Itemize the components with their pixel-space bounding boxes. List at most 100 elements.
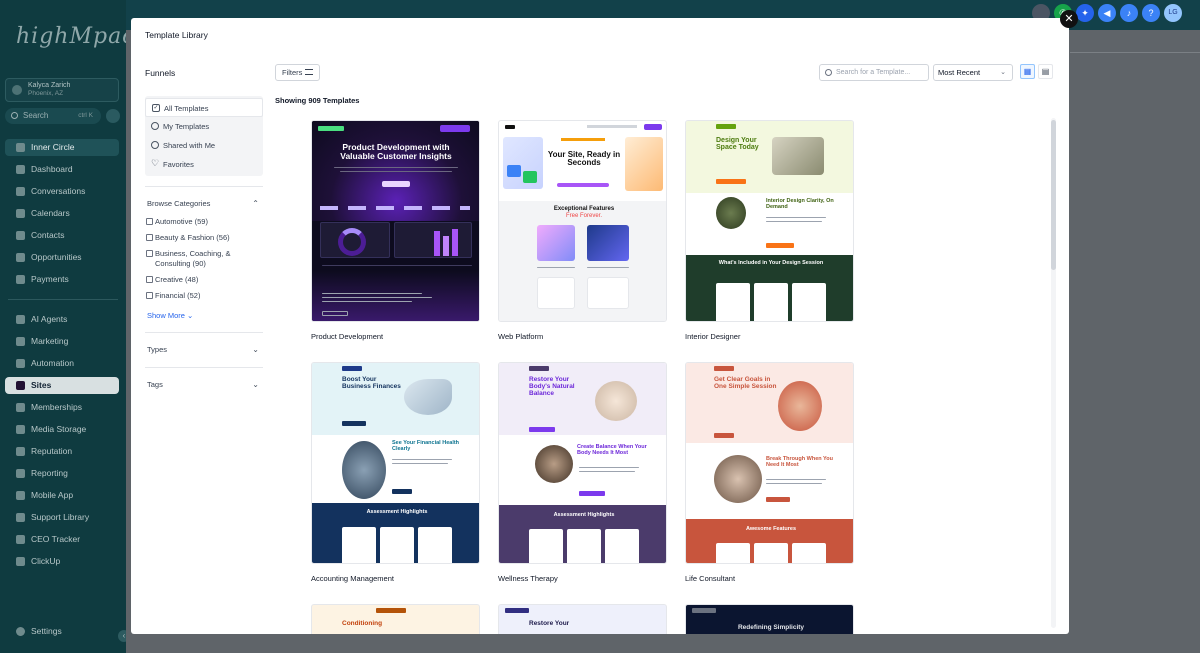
template-name: Product Development: [311, 332, 384, 341]
template-thumbnail[interactable]: Boost Your Business Finances See Your Fi…: [311, 362, 480, 564]
chevron-down-icon: ⌄: [187, 311, 194, 320]
sidebar-item-clickup[interactable]: ClickUp: [5, 553, 119, 570]
user-icon: [151, 122, 159, 130]
grid-scrollbar[interactable]: [1051, 118, 1056, 628]
sidebar-item-settings[interactable]: Settings: [5, 623, 119, 640]
sidebar-item-label: Memberships: [31, 402, 83, 412]
sidebar-item-inner-circle[interactable]: Inner Circle: [5, 139, 119, 156]
sidebar-item-memberships[interactable]: Memberships: [5, 399, 119, 416]
category-beauty-fashion[interactable]: Beauty & Fashion (56): [145, 233, 263, 243]
checkbox[interactable]: [146, 250, 153, 257]
template-name: Wellness Therapy: [498, 574, 558, 583]
nav-favorites[interactable]: ♡ Favorites: [145, 155, 263, 174]
sidebar-item-label: ClickUp: [31, 556, 61, 566]
template-thumbnail[interactable]: Your Site, Ready in Seconds Exceptional …: [498, 120, 667, 322]
account-switcher[interactable]: Kalyca Zarich Phoenix, AZ: [5, 78, 119, 102]
types-toggle[interactable]: Types ⌄: [145, 343, 263, 357]
template-section-title: Assessment Highlights: [553, 512, 615, 518]
help-icon[interactable]: ?: [1142, 4, 1160, 22]
show-more-link[interactable]: Show More ⌄: [145, 311, 263, 320]
template-card[interactable]: Product Development with Valuable Custom…: [311, 120, 480, 341]
sidebar-item-contacts[interactable]: Contacts: [5, 227, 119, 244]
membership-icon: [16, 403, 25, 412]
support-icon: [16, 513, 25, 522]
template-thumbnail[interactable]: Restore Your Body's Natural Balance Crea…: [498, 362, 667, 564]
chevron-down-icon: ⌄: [252, 380, 259, 389]
sidebar-item-automation[interactable]: Automation: [5, 355, 119, 372]
account-avatar: [12, 85, 22, 95]
template-thumbnail[interactable]: Conditioning: [311, 604, 480, 634]
sidebar-search[interactable]: Search ctrl K: [5, 108, 101, 124]
template-thumbnail[interactable]: Design Your Space Today Interior Design …: [685, 120, 854, 322]
list-view-icon[interactable]: ▤: [1038, 64, 1053, 79]
grid-view-icon[interactable]: ▦: [1020, 64, 1035, 79]
tags-label: Tags: [147, 380, 163, 389]
scrollbar-thumb[interactable]: [1051, 120, 1056, 270]
tags-toggle[interactable]: Tags ⌄: [145, 378, 263, 392]
sidebar-item-reporting[interactable]: Reporting: [5, 465, 119, 482]
template-card[interactable]: Your Site, Ready in Seconds Exceptional …: [498, 120, 667, 341]
template-card[interactable]: Restore Your Body's Natural Balance Crea…: [498, 362, 667, 583]
category-creative[interactable]: Creative (48): [145, 275, 263, 285]
sidebar-item-payments[interactable]: Payments: [5, 271, 119, 288]
sort-select[interactable]: Most Recent ⌄: [933, 64, 1013, 81]
category-automotive[interactable]: Automotive (59): [145, 217, 263, 227]
template-card[interactable]: Conditioning: [311, 604, 480, 634]
sidebar-item-reputation[interactable]: Reputation: [5, 443, 119, 460]
template-search-input[interactable]: Search for a Template...: [819, 64, 929, 81]
sidebar-divider: [8, 299, 118, 300]
sidebar-item-media-storage[interactable]: Media Storage: [5, 421, 119, 438]
checkbox[interactable]: [146, 276, 153, 283]
sidebar-item-label: Sites: [31, 380, 52, 390]
sidebar-item-mobile-app[interactable]: Mobile App: [5, 487, 119, 504]
template-headline: Boost Your Business Finances: [342, 376, 401, 390]
template-thumbnail[interactable]: Restore Your: [498, 604, 667, 634]
checkbox[interactable]: [146, 234, 153, 241]
sidebar-item-conversations[interactable]: Conversations: [5, 183, 119, 200]
nav-all-templates[interactable]: ✓ All Templates: [145, 98, 263, 117]
megaphone-icon[interactable]: ◀: [1098, 4, 1116, 22]
show-more-label: Show More: [147, 311, 185, 320]
template-name: Web Platform: [498, 332, 544, 341]
nav-my-templates[interactable]: My Templates: [145, 117, 263, 136]
template-name: Life Consultant: [685, 574, 736, 583]
sidebar-item-support-library[interactable]: Support Library: [5, 509, 119, 526]
sidebar-item-marketing[interactable]: Marketing: [5, 333, 119, 350]
template-thumbnail[interactable]: Product Development with Valuable Custom…: [311, 120, 480, 322]
sidebar-item-sites[interactable]: Sites: [5, 377, 119, 394]
template-card[interactable]: Boost Your Business Finances See Your Fi…: [311, 362, 480, 583]
template-subheadline-accent: Free Forever.: [565, 213, 602, 219]
sidebar-item-ai-agents[interactable]: AI Agents: [5, 311, 119, 328]
user-icon[interactable]: [106, 109, 120, 123]
template-card[interactable]: Restore Your: [498, 604, 667, 634]
template-thumbnail[interactable]: Redefining Simplicity: [685, 604, 854, 634]
avatar[interactable]: LG: [1164, 4, 1182, 22]
sidebar-item-ceo-tracker[interactable]: CEO Tracker: [5, 531, 119, 548]
checkbox[interactable]: [146, 218, 153, 225]
browse-categories-toggle[interactable]: Browse Categories ⌃: [145, 197, 263, 211]
account-name: Kalyca Zarich: [28, 82, 71, 89]
close-icon[interactable]: ✕: [1060, 10, 1078, 28]
template-subheadline: Break Through When You Need It Most: [766, 456, 834, 468]
sparkle-icon: [16, 315, 25, 324]
template-subheadline: Create Balance When Your Body Needs It M…: [577, 444, 647, 456]
sidebar-item-calendars[interactable]: Calendars: [5, 205, 119, 222]
sidebar-item-dashboard[interactable]: Dashboard: [5, 161, 119, 178]
category-business-coaching[interactable]: Business, Coaching, & Consulting (90): [145, 249, 263, 269]
sidebar-item-opportunities[interactable]: Opportunities: [5, 249, 119, 266]
template-card[interactable]: Design Your Space Today Interior Design …: [685, 120, 854, 341]
magic-icon[interactable]: ✦: [1076, 4, 1094, 22]
template-headline: Redefining Simplicity: [737, 624, 805, 631]
checkbox[interactable]: [146, 292, 153, 299]
category-financial[interactable]: Financial (52): [145, 291, 263, 301]
template-thumbnail[interactable]: Get Clear Goals in One Simple Session Br…: [685, 362, 854, 564]
category-label: Automotive (59): [155, 217, 208, 226]
nav-shared-with-me[interactable]: Shared with Me: [145, 136, 263, 155]
template-card[interactable]: Get Clear Goals in One Simple Session Br…: [685, 362, 854, 583]
template-section-title: Awesome Features: [745, 526, 797, 532]
sidebar-item-label: Settings: [31, 626, 62, 636]
bell-icon[interactable]: ♪: [1120, 4, 1138, 22]
template-card[interactable]: Redefining Simplicity: [685, 604, 854, 634]
filters-button[interactable]: Filters: [275, 64, 320, 81]
template-headline: Conditioning: [342, 620, 383, 627]
